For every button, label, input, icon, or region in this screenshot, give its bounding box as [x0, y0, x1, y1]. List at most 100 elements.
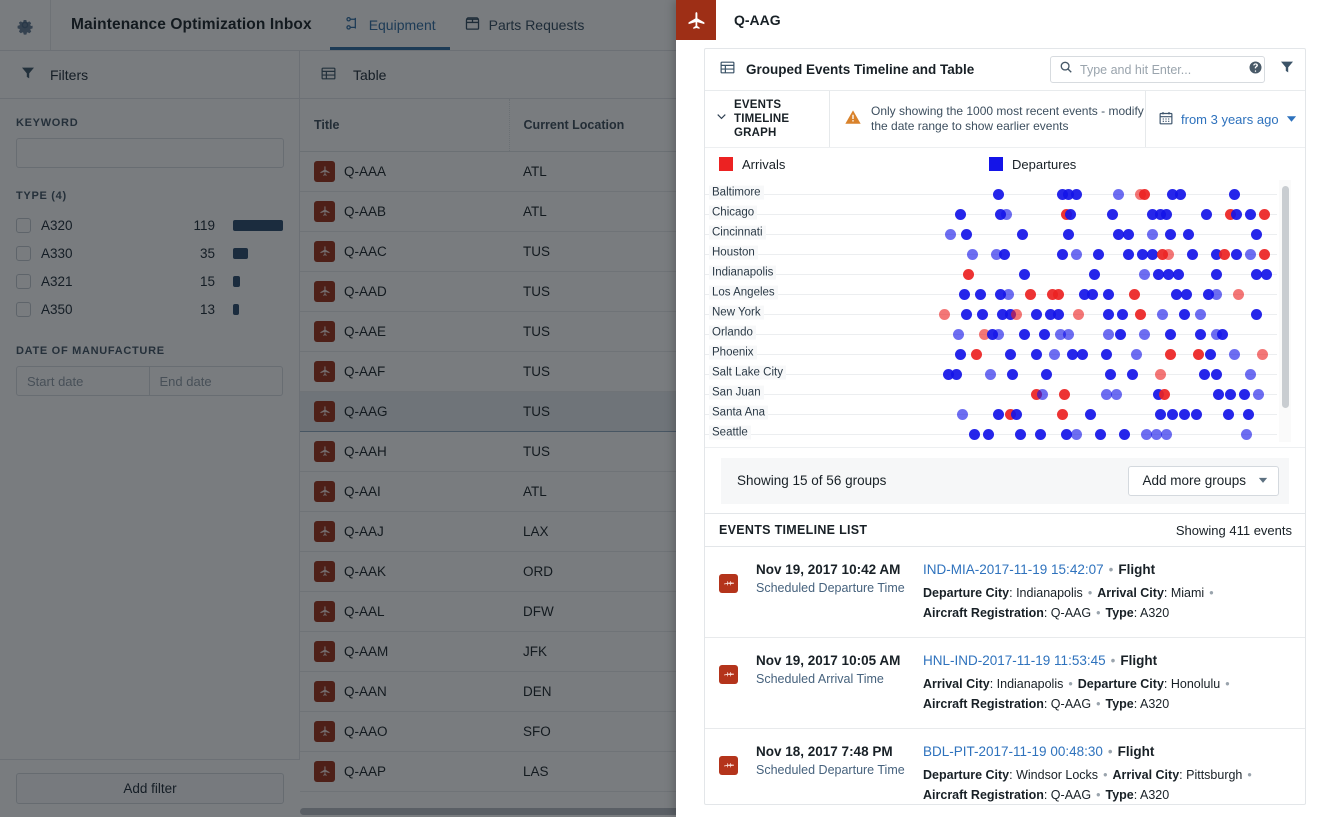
chart-data-point[interactable] [1039, 329, 1050, 340]
chart-data-point[interactable] [999, 249, 1010, 260]
chart-data-point[interactable] [1241, 429, 1252, 440]
nav-tab-equipment[interactable]: Equipment [330, 0, 450, 50]
chart-data-point[interactable] [1245, 369, 1256, 380]
chart-data-point[interactable] [1019, 329, 1030, 340]
checkbox-a321[interactable] [16, 274, 31, 289]
chart-data-point[interactable] [1123, 229, 1134, 240]
chart-data-point[interactable] [1017, 229, 1028, 240]
chart-data-point[interactable] [1175, 189, 1186, 200]
chart-data-point[interactable] [1245, 249, 1256, 260]
event-link[interactable]: HNL-IND-2017-11-19 11:53:45 [923, 653, 1106, 668]
chart-data-point[interactable] [951, 369, 962, 380]
chart-data-point[interactable] [1119, 429, 1130, 440]
chart-data-point[interactable] [993, 409, 1004, 420]
chart-data-point[interactable] [1167, 409, 1178, 420]
chart-data-point[interactable] [1147, 229, 1158, 240]
filter-option-a321[interactable]: A321 15 [16, 267, 283, 295]
chart-data-point[interactable] [1101, 349, 1112, 360]
chart-data-point[interactable] [1201, 209, 1212, 220]
chart-data-point[interactable] [1053, 289, 1064, 300]
chart-data-point[interactable] [1031, 349, 1042, 360]
chart-data-point[interactable] [1165, 349, 1176, 360]
chart-data-point[interactable] [1161, 209, 1172, 220]
chart-data-point[interactable] [1211, 269, 1222, 280]
chart-data-point[interactable] [1057, 249, 1068, 260]
chart-data-point[interactable] [1089, 269, 1100, 280]
chart-data-point[interactable] [1071, 189, 1082, 200]
chart-data-point[interactable] [1217, 329, 1228, 340]
chart-data-point[interactable] [971, 349, 982, 360]
chart-data-point[interactable] [1257, 349, 1268, 360]
table-column-header[interactable]: Title [300, 99, 509, 151]
chart-data-point[interactable] [1159, 389, 1170, 400]
chart-data-point[interactable] [993, 329, 1004, 340]
event-link[interactable]: BDL-PIT-2017-11-19 00:48:30 [923, 744, 1103, 759]
chart-data-point[interactable] [1035, 429, 1046, 440]
search-input[interactable] [1080, 63, 1241, 77]
chart-data-point[interactable] [1087, 289, 1098, 300]
chart-data-point[interactable] [1131, 349, 1142, 360]
chart-data-point[interactable] [963, 269, 974, 280]
chart-data-point[interactable] [1157, 309, 1168, 320]
chart-data-point[interactable] [1105, 369, 1116, 380]
chart-data-point[interactable] [1199, 369, 1210, 380]
chart-data-point[interactable] [1049, 349, 1060, 360]
chart-data-point[interactable] [1229, 349, 1240, 360]
chart-vertical-scrollbar[interactable] [1282, 186, 1289, 408]
chart-data-point[interactable] [1093, 249, 1104, 260]
chart-data-point[interactable] [1111, 389, 1122, 400]
chart-data-point[interactable] [1135, 309, 1146, 320]
chart-data-point[interactable] [1179, 409, 1190, 420]
chart-data-point[interactable] [1173, 269, 1184, 280]
chart-data-point[interactable] [1019, 269, 1030, 280]
chart-data-point[interactable] [1005, 349, 1016, 360]
chart-data-point[interactable] [1193, 349, 1204, 360]
chart-data-point[interactable] [1063, 329, 1074, 340]
table-horizontal-scrollbar[interactable] [300, 808, 696, 815]
chart-data-point[interactable] [1163, 249, 1174, 260]
chart-data-point[interactable] [1253, 389, 1264, 400]
event-list-item[interactable]: Nov 18, 2017 7:48 PM Scheduled Departure … [705, 729, 1305, 805]
event-link[interactable]: IND-MIA-2017-11-19 15:42:07 [923, 562, 1104, 577]
chart-data-point[interactable] [1065, 209, 1076, 220]
close-icon[interactable] [676, 0, 716, 40]
chart-data-point[interactable] [1259, 249, 1270, 260]
filter-icon[interactable] [1275, 59, 1295, 80]
chart-data-point[interactable] [1107, 209, 1118, 220]
chart-data-point[interactable] [1225, 389, 1236, 400]
chart-data-point[interactable] [939, 309, 950, 320]
chart-data-point[interactable] [1259, 209, 1270, 220]
chart-data-point[interactable] [1053, 309, 1064, 320]
chart-data-point[interactable] [1213, 389, 1224, 400]
date-range-selector[interactable]: from 3 years ago [1145, 91, 1305, 147]
add-more-groups-button[interactable]: Add more groups [1128, 466, 1279, 496]
chart-data-point[interactable] [1195, 309, 1206, 320]
chart-data-point[interactable] [945, 229, 956, 240]
chart-data-point[interactable] [1117, 309, 1128, 320]
chart-data-point[interactable] [1007, 369, 1018, 380]
chart-data-point[interactable] [1233, 289, 1244, 300]
chart-data-point[interactable] [1011, 309, 1022, 320]
chart-data-point[interactable] [1139, 269, 1150, 280]
chart-data-point[interactable] [1073, 309, 1084, 320]
chart-data-point[interactable] [1239, 389, 1250, 400]
chart-data-point[interactable] [977, 309, 988, 320]
chart-data-point[interactable] [1219, 249, 1230, 260]
checkbox-a330[interactable] [16, 246, 31, 261]
chart-data-point[interactable] [959, 289, 970, 300]
chart-data-point[interactable] [1071, 429, 1082, 440]
chart-data-point[interactable] [969, 429, 980, 440]
chart-data-point[interactable] [975, 289, 986, 300]
chart-data-point[interactable] [993, 189, 1004, 200]
chart-data-point[interactable] [1251, 229, 1262, 240]
chart-data-point[interactable] [957, 409, 968, 420]
chart-data-point[interactable] [1127, 369, 1138, 380]
chart-data-point[interactable] [1059, 389, 1070, 400]
chart-data-point[interactable] [1183, 229, 1194, 240]
chart-data-point[interactable] [1155, 409, 1166, 420]
event-list-item[interactable]: Nov 19, 2017 10:42 AM Scheduled Departure… [705, 547, 1305, 638]
chart-data-point[interactable] [1205, 349, 1216, 360]
chart-data-point[interactable] [1115, 329, 1126, 340]
chart-data-point[interactable] [1011, 409, 1022, 420]
chart-data-point[interactable] [1041, 369, 1052, 380]
